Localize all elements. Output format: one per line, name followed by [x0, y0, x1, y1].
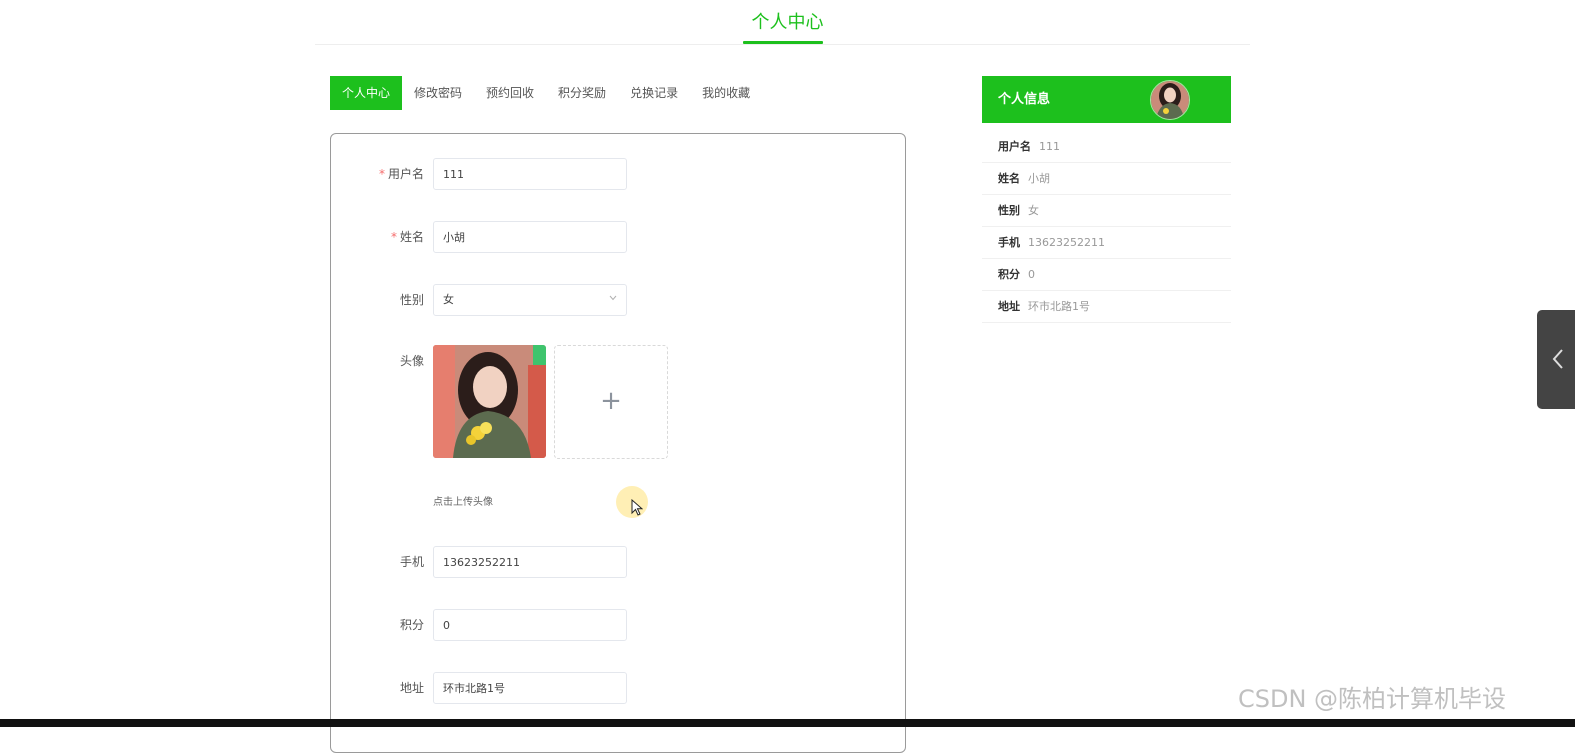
info-row-points: 积分 0 — [982, 259, 1231, 291]
header-divider — [315, 44, 1250, 45]
info-row-name: 姓名 小胡 — [982, 163, 1231, 195]
points-label: 积分 — [399, 618, 424, 632]
personal-info-title: 个人信息 — [998, 92, 1051, 107]
avatar-upload-hint: 点击上传头像 — [433, 497, 493, 508]
plus-icon: + — [600, 386, 622, 416]
info-row-phone: 手机 13623252211 — [982, 227, 1231, 259]
tab-recycle-booking[interactable]: 预约回收 — [474, 76, 546, 110]
chevron-left-icon — [1552, 349, 1563, 369]
username-input[interactable] — [433, 158, 627, 190]
points-input[interactable] — [433, 609, 627, 641]
gender-select[interactable]: 女 — [433, 284, 627, 316]
tab-personal-center[interactable]: 个人中心 — [330, 76, 403, 110]
personal-info-header: 个人信息 — [982, 76, 1231, 123]
tab-change-password[interactable]: 修改密码 — [402, 76, 474, 110]
phone-label: 手机 — [399, 555, 424, 569]
personal-info-list: 用户名 111 姓名 小胡 性别女 手机 13623252211 积分 0 地址 环市北路… — [982, 131, 1231, 323]
tab-bar: 个人中心 修改密码 预约回收 积分奖励 兑换记录 我的收藏 — [330, 76, 762, 110]
bottom-bar — [0, 719, 1575, 727]
username-label: * 用户名 — [378, 167, 424, 181]
address-input[interactable] — [433, 672, 627, 704]
tab-my-favorites[interactable]: 我的收藏 — [690, 76, 762, 110]
avatar-image — [433, 345, 546, 458]
info-row-gender: 性别女 — [982, 195, 1231, 227]
page-title: 个人中心 — [751, 12, 824, 33]
avatar — [1150, 80, 1190, 120]
gender-selected-value: 女 — [443, 293, 454, 306]
chevron-down-icon — [609, 293, 617, 304]
address-label: 地址 — [399, 681, 424, 695]
name-label: * 姓名 — [390, 230, 424, 244]
info-row-address: 地址 环市北路1号 — [982, 291, 1231, 323]
tab-exchange-records[interactable]: 兑换记录 — [618, 76, 690, 110]
phone-input[interactable] — [433, 546, 627, 578]
form-row-username: * 用户名 — [331, 158, 907, 190]
avatar-upload-button[interactable]: + — [554, 345, 668, 459]
name-input[interactable] — [433, 221, 627, 253]
mouse-cursor-icon — [631, 498, 644, 521]
gender-label: 性别 — [399, 293, 424, 307]
form-row-gender: 性别 女 — [331, 284, 907, 316]
avatar-label: 头像 — [399, 354, 424, 368]
side-panel-toggle[interactable] — [1537, 310, 1575, 409]
profile-form: *用户名 *姓名 性别 女 头像 + 点击上传头像 — [330, 133, 906, 753]
form-row-phone: 手机 — [331, 546, 907, 578]
form-row-points: 积分 — [331, 609, 907, 641]
form-row-name: * 姓名 — [331, 221, 907, 253]
info-row-username: 用户名 111 — [982, 131, 1231, 163]
watermark: CSDN @陈柏计算机毕设 — [1238, 685, 1507, 713]
tab-points-reward[interactable]: 积分奖励 — [546, 76, 618, 110]
form-row-address: 地址 — [331, 672, 907, 704]
